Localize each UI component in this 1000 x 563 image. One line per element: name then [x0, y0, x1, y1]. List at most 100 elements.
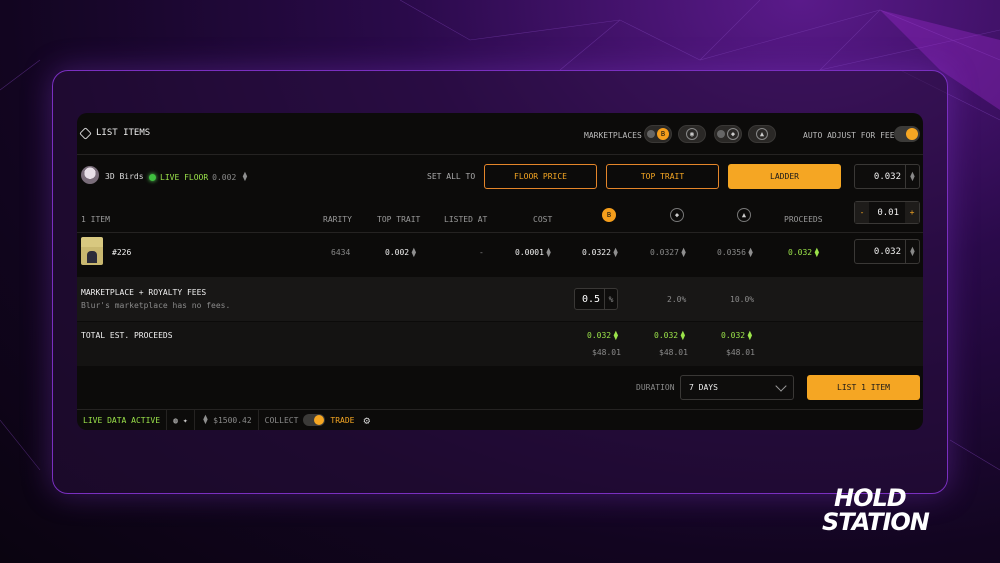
percent-symbol: %	[604, 289, 617, 309]
item-thumbnail	[81, 237, 103, 265]
totals-section	[77, 322, 923, 366]
eth-icon: ⧫	[680, 331, 686, 341]
blur-icon: B	[657, 128, 669, 140]
live-floor-value: 0.002	[212, 172, 237, 182]
fees-section	[77, 277, 923, 321]
live-floor: LIVE FLOOR 0.002 ⧫	[149, 172, 248, 182]
toggle-knob	[647, 130, 655, 138]
bird-image	[87, 251, 97, 263]
eth-icon: ⧫	[905, 165, 919, 188]
fees-label: MARKETPLACE + ROYALTY FEES	[81, 288, 207, 297]
eth-icon: ⧫	[612, 248, 619, 258]
total-proceeds-label: TOTAL EST. PROCEEDS	[81, 331, 173, 340]
live-data-status: LIVE DATA ACTIVE	[77, 410, 168, 430]
items-count-header: 1 ITEM	[81, 215, 110, 224]
twitter-icon[interactable]: ✦	[183, 416, 188, 425]
total-usd-blur: $48.01	[592, 348, 621, 357]
total-mp2: 0.032 ⧫	[654, 331, 686, 341]
eth-icon: ⧫	[747, 248, 754, 258]
price-step-stepper[interactable]: - 0.01 +	[854, 201, 920, 224]
marketplace-3-icon: ▲	[737, 208, 751, 222]
top-trait-button[interactable]: TOP TRAIT	[606, 164, 719, 189]
marketplace-toggle-3[interactable]: ◆	[714, 125, 742, 143]
toggle-knob	[906, 128, 918, 140]
eth-icon: ⧫	[814, 248, 820, 258]
toggle-knob	[717, 130, 725, 138]
item-proceeds: 0.032 ⧫	[788, 248, 820, 258]
step-increase-button[interactable]: +	[905, 202, 919, 223]
marketplace-3-icon: ◆	[727, 128, 739, 140]
auto-adjust-label: AUTO ADJUST FOR FEES	[803, 131, 900, 140]
duration-label: DURATION	[636, 383, 675, 392]
status-bar: LIVE DATA ACTIVE ◍ ✦ ⧫ $1500.42 COLLECT …	[77, 409, 923, 430]
total-blur: 0.032 ⧫	[587, 331, 619, 341]
marketplaces-label: MARKETPLACES	[584, 131, 642, 140]
marketplace-2-icon: ◆	[670, 208, 684, 222]
eth-icon: ⧫	[202, 415, 209, 425]
set-all-label: SET ALL TO	[427, 172, 476, 181]
collection-avatar	[81, 166, 99, 184]
total-usd-mp2: $48.01	[659, 348, 688, 357]
royalty-fee-input[interactable]: 0.5 %	[574, 288, 618, 310]
marketplace-toggle-2[interactable]: ◉	[678, 125, 706, 143]
blur-icon: B	[602, 208, 616, 222]
item-price-input[interactable]: 0.032 ⧫	[854, 239, 920, 264]
eth-icon: ⧫	[242, 172, 248, 182]
step-value: 0.01	[877, 207, 899, 218]
divider	[77, 232, 923, 233]
trade-label: TRADE	[330, 415, 355, 425]
marketplace-2-icon: ◉	[686, 128, 698, 140]
total-usd-mp3: $48.01	[726, 348, 755, 357]
divider	[77, 154, 923, 155]
floor-price-button[interactable]: FLOOR PRICE	[484, 164, 597, 189]
auto-adjust-toggle[interactable]	[894, 126, 920, 142]
eth-icon: ⧫	[411, 248, 417, 258]
total-mp3: 0.032 ⧫	[721, 331, 753, 341]
item-rarity: 6434	[331, 248, 351, 257]
fee-mp3: 10.0%	[730, 295, 755, 304]
eth-icon: ⧫	[545, 248, 552, 258]
item-listed-at: -	[479, 248, 484, 257]
discord-icon[interactable]: ◍	[173, 416, 178, 425]
item-cost: 0.0001 ⧫	[515, 248, 552, 258]
panel-title: LIST ITEMS	[79, 126, 150, 140]
item-price-mp2: 0.0327 ⧫	[650, 248, 687, 258]
item-name: #226	[112, 248, 132, 257]
collect-trade-toggle[interactable]	[303, 414, 326, 426]
fee-mp2: 2.0%	[667, 295, 687, 304]
gear-icon[interactable]: ⚙	[363, 414, 370, 427]
item-price-blur: 0.0322 ⧫	[582, 248, 619, 258]
live-floor-label: LIVE FLOOR	[160, 172, 209, 182]
step-decrease-button[interactable]: -	[855, 202, 869, 223]
cost-header[interactable]: COST	[533, 215, 552, 224]
eth-icon: ⧫	[905, 240, 919, 263]
collect-label: COLLECT	[264, 415, 299, 425]
fees-note: Blur's marketplace has no fees.	[81, 301, 231, 310]
eth-icon: ⧫	[613, 331, 619, 341]
listed-at-header[interactable]: LISTED AT	[444, 215, 487, 224]
duration-select[interactable]: 7 DAYS	[680, 375, 794, 400]
tag-icon	[79, 126, 92, 140]
proceeds-header: PROCEEDS	[784, 215, 823, 224]
list-items-button[interactable]: LIST 1 ITEM	[807, 375, 920, 400]
toggle-knob	[314, 415, 325, 425]
marketplace-toggle-blur[interactable]: B	[644, 125, 672, 143]
item-price-mp3: 0.0356 ⧫	[717, 248, 754, 258]
top-trait-header[interactable]: TOP TRAIT	[377, 215, 420, 224]
ladder-button[interactable]: LADDER	[728, 164, 841, 189]
eth-icon: ⧫	[747, 331, 753, 341]
collection-name: 3D Birds	[105, 172, 144, 181]
social-links: ◍ ✦	[167, 410, 195, 430]
marketplace-4-icon: ▲	[756, 128, 768, 140]
set-all-price-input[interactable]: 0.032 ⧫	[854, 164, 920, 189]
item-top-trait: 0.002 ⧫	[385, 248, 417, 258]
marketplace-toggle-4[interactable]: ▲	[748, 125, 776, 143]
eth-icon: ⧫	[680, 248, 687, 258]
eth-price: ⧫ $1500.42	[195, 410, 259, 430]
chevron-down-icon	[775, 380, 787, 392]
holdstation-logo: HOLD STATION	[822, 484, 930, 536]
list-items-panel: LIST ITEMS MARKETPLACES B ◉ ◆ ▲ AUTO ADJ…	[77, 113, 923, 430]
mode-switch: COLLECT TRADE ⚙	[259, 410, 376, 430]
rarity-header[interactable]: RARITY	[323, 215, 352, 224]
live-indicator-icon	[149, 173, 156, 181]
